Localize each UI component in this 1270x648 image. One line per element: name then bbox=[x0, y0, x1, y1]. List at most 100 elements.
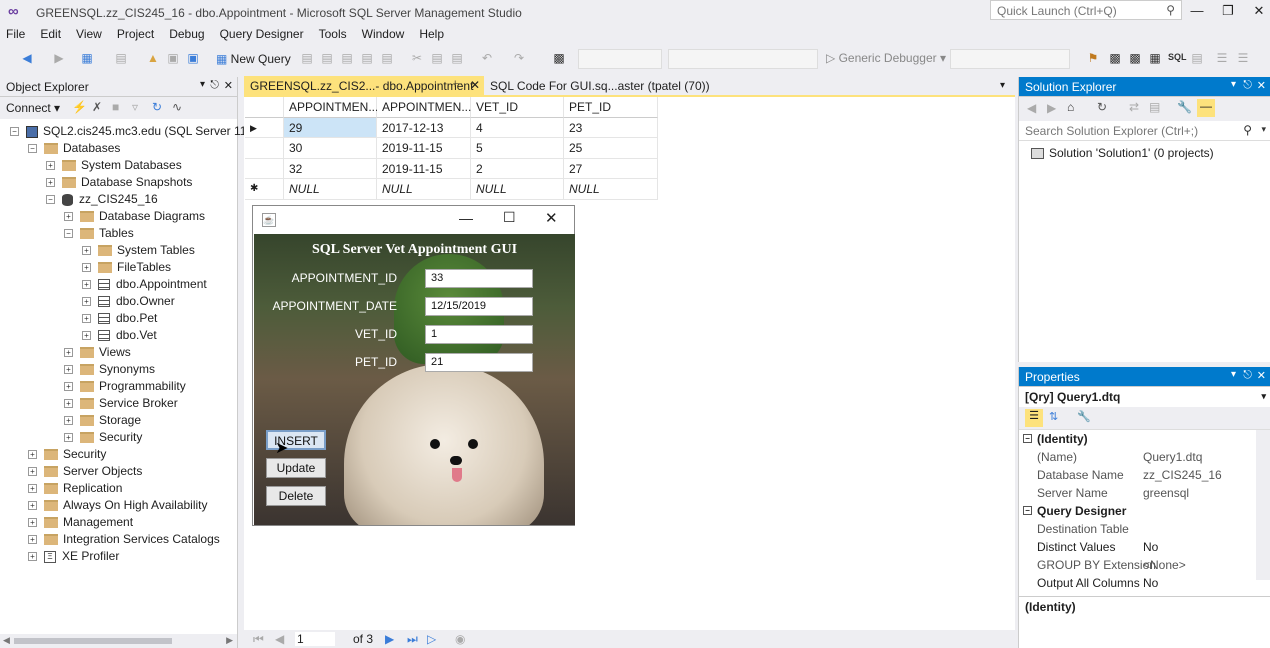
connect-button[interactable]: Connect ▾ bbox=[6, 101, 60, 115]
grid-cell[interactable]: 32 bbox=[284, 158, 377, 179]
filter-icon[interactable]: ▿ bbox=[132, 100, 138, 114]
java-maximize-button[interactable]: ☐ bbox=[503, 209, 516, 226]
expand-icon[interactable]: + bbox=[28, 484, 37, 494]
menu-query-designer[interactable]: Query Designer bbox=[214, 24, 313, 44]
menu-help[interactable]: Help bbox=[413, 24, 453, 44]
tree-node-management[interactable]: + Management bbox=[0, 514, 237, 531]
solution-node[interactable]: Solution 'Solution1' (0 projects) bbox=[1019, 141, 1270, 160]
forward-icon[interactable]: ▶ bbox=[1047, 101, 1056, 115]
tree-node-dbo-owner[interactable]: + dbo.Owner bbox=[0, 293, 237, 310]
grid-cell[interactable]: 30 bbox=[284, 138, 377, 159]
quick-launch-input[interactable]: Quick Launch (Ctrl+Q) ⚲ bbox=[990, 0, 1182, 20]
new-project-icon[interactable]: ▦ bbox=[80, 51, 94, 65]
tree-node-synonyms[interactable]: + Synonyms bbox=[0, 361, 237, 378]
history-icon[interactable]: ↻ bbox=[1097, 100, 1107, 114]
new-row-icon[interactable]: ▷ bbox=[427, 632, 436, 646]
tree-node-database[interactable]: − zz_CIS245_16 bbox=[0, 191, 237, 208]
properties-icon[interactable]: 🔧 bbox=[1177, 100, 1192, 114]
minimize-button[interactable]: — bbox=[1183, 3, 1211, 21]
grid-cell[interactable]: 5 bbox=[471, 138, 564, 159]
expand-icon[interactable]: + bbox=[28, 535, 37, 545]
expand-icon[interactable]: + bbox=[28, 450, 37, 460]
pin-icon[interactable]: ⎋ bbox=[1243, 79, 1252, 92]
debugger-dropdown[interactable]: ▷ Generic Debugger ▾ bbox=[826, 51, 946, 65]
find-in-files-icon[interactable]: ⚑ bbox=[1086, 51, 1100, 65]
grid-cell[interactable]: 23 bbox=[564, 117, 658, 138]
tree-node-database-snapshots[interactable]: + Database Snapshots bbox=[0, 174, 237, 191]
tree-node-db-security[interactable]: + Security bbox=[0, 429, 237, 446]
object-explorer-icon[interactable]: ▩ bbox=[1128, 51, 1142, 65]
tree-node-always-on[interactable]: + Always On High Availability bbox=[0, 497, 237, 514]
vet-id-field[interactable]: 1 bbox=[425, 325, 533, 344]
menu-debug[interactable]: Debug bbox=[163, 24, 213, 44]
expand-icon[interactable]: + bbox=[28, 467, 37, 477]
property-row[interactable]: Database Name zz_CIS245_16 bbox=[1019, 466, 1270, 484]
expand-icon[interactable]: + bbox=[64, 416, 73, 426]
expand-icon[interactable]: + bbox=[28, 518, 37, 528]
activity-monitor-icon[interactable]: ▩ bbox=[552, 51, 566, 65]
collapse-icon[interactable]: − bbox=[10, 127, 19, 137]
paste-icon[interactable]: ▤ bbox=[450, 51, 464, 65]
dmx-query-icon[interactable]: ▤ bbox=[360, 51, 374, 65]
column-header[interactable]: APPOINTMEN... bbox=[377, 97, 471, 118]
expand-icon[interactable]: + bbox=[64, 348, 73, 358]
property-row[interactable]: Distinct Values No bbox=[1019, 538, 1270, 556]
collapse-icon[interactable]: − bbox=[1023, 506, 1032, 515]
platform-dropdown[interactable] bbox=[668, 49, 818, 69]
tree-node-security[interactable]: + Security bbox=[0, 446, 237, 463]
save-icon[interactable]: ▣ bbox=[166, 51, 180, 65]
pin-dropdown-icon[interactable]: ▾ bbox=[1231, 369, 1236, 380]
tree-node-integration-services[interactable]: + Integration Services Catalogs bbox=[0, 531, 237, 548]
property-pages-icon[interactable]: 🔧 bbox=[1077, 410, 1091, 423]
stop-icon[interactable]: ■ bbox=[112, 100, 119, 114]
search-combo[interactable] bbox=[950, 49, 1070, 69]
tree-node-server[interactable]: − SQL2.cis245.mc3.edu (SQL Server 11.0.! bbox=[0, 123, 263, 140]
grid-cell[interactable]: 4 bbox=[471, 117, 564, 138]
sync-icon[interactable]: ⇄ bbox=[1129, 100, 1139, 114]
back-icon[interactable]: ◀ bbox=[20, 51, 34, 65]
page-number-input[interactable]: 1 bbox=[295, 632, 335, 646]
expand-icon[interactable]: + bbox=[28, 501, 37, 511]
expand-icon[interactable]: + bbox=[64, 365, 73, 375]
mdx-query-icon[interactable]: ▤ bbox=[340, 51, 354, 65]
grid-cell[interactable]: 27 bbox=[564, 158, 658, 179]
stop-paging-icon[interactable]: ◉ bbox=[455, 632, 465, 646]
disconnect-icon[interactable]: ✗ bbox=[92, 100, 102, 114]
grid-cell[interactable]: 2019-11-15 bbox=[377, 138, 471, 159]
collapse-icon[interactable]: − bbox=[28, 144, 37, 154]
analysis-query-icon[interactable]: ▤ bbox=[320, 51, 334, 65]
expand-icon[interactable]: + bbox=[82, 263, 91, 273]
update-button[interactable]: Update bbox=[266, 458, 326, 478]
column-header[interactable]: VET_ID bbox=[471, 97, 564, 118]
collapse-all-icon[interactable]: ▤ bbox=[1149, 100, 1160, 114]
cut-icon[interactable]: ✂ bbox=[410, 51, 424, 65]
back-icon[interactable]: ◀ bbox=[1027, 101, 1036, 115]
forward-icon[interactable]: ▶ bbox=[52, 51, 66, 65]
expand-icon[interactable]: + bbox=[64, 382, 73, 392]
tree-node-databases[interactable]: − Databases bbox=[0, 140, 237, 157]
categorized-icon[interactable]: ☰ bbox=[1025, 409, 1043, 427]
expand-icon[interactable]: + bbox=[64, 433, 73, 443]
last-page-icon[interactable]: ⏭ bbox=[407, 632, 418, 647]
grid-cell[interactable]: NULL bbox=[564, 179, 658, 200]
property-row[interactable]: Output All Columns No bbox=[1019, 574, 1270, 592]
grid-cell[interactable]: 2017-12-13 bbox=[377, 117, 471, 138]
menu-file[interactable]: File bbox=[0, 24, 34, 44]
expand-icon[interactable]: + bbox=[82, 280, 91, 290]
pin-icon[interactable]: ⎋ bbox=[1243, 369, 1252, 382]
pin-dropdown-icon[interactable]: ▾ bbox=[1231, 79, 1236, 90]
database-engine-query-icon[interactable]: ▤ bbox=[300, 51, 314, 65]
close-panel-icon[interactable]: ✕ bbox=[1257, 369, 1266, 382]
tree-node-tables[interactable]: − Tables bbox=[0, 225, 237, 242]
tree-node-storage[interactable]: + Storage bbox=[0, 412, 237, 429]
undo-icon[interactable]: ↶ bbox=[480, 51, 494, 65]
add-item-icon[interactable]: ▤ bbox=[114, 51, 128, 65]
expand-icon[interactable]: + bbox=[82, 314, 91, 324]
next-page-icon[interactable]: ▶ bbox=[385, 632, 394, 646]
properties-window-icon[interactable]: ▤ bbox=[1190, 51, 1204, 65]
collapse-icon[interactable]: − bbox=[46, 195, 55, 205]
expand-icon[interactable]: + bbox=[28, 552, 37, 562]
horizontal-scrollbar[interactable]: ◀ ▶ bbox=[0, 634, 237, 648]
pin-dropdown-icon[interactable]: ▾ bbox=[200, 79, 205, 90]
menu-view[interactable]: View bbox=[70, 24, 111, 44]
